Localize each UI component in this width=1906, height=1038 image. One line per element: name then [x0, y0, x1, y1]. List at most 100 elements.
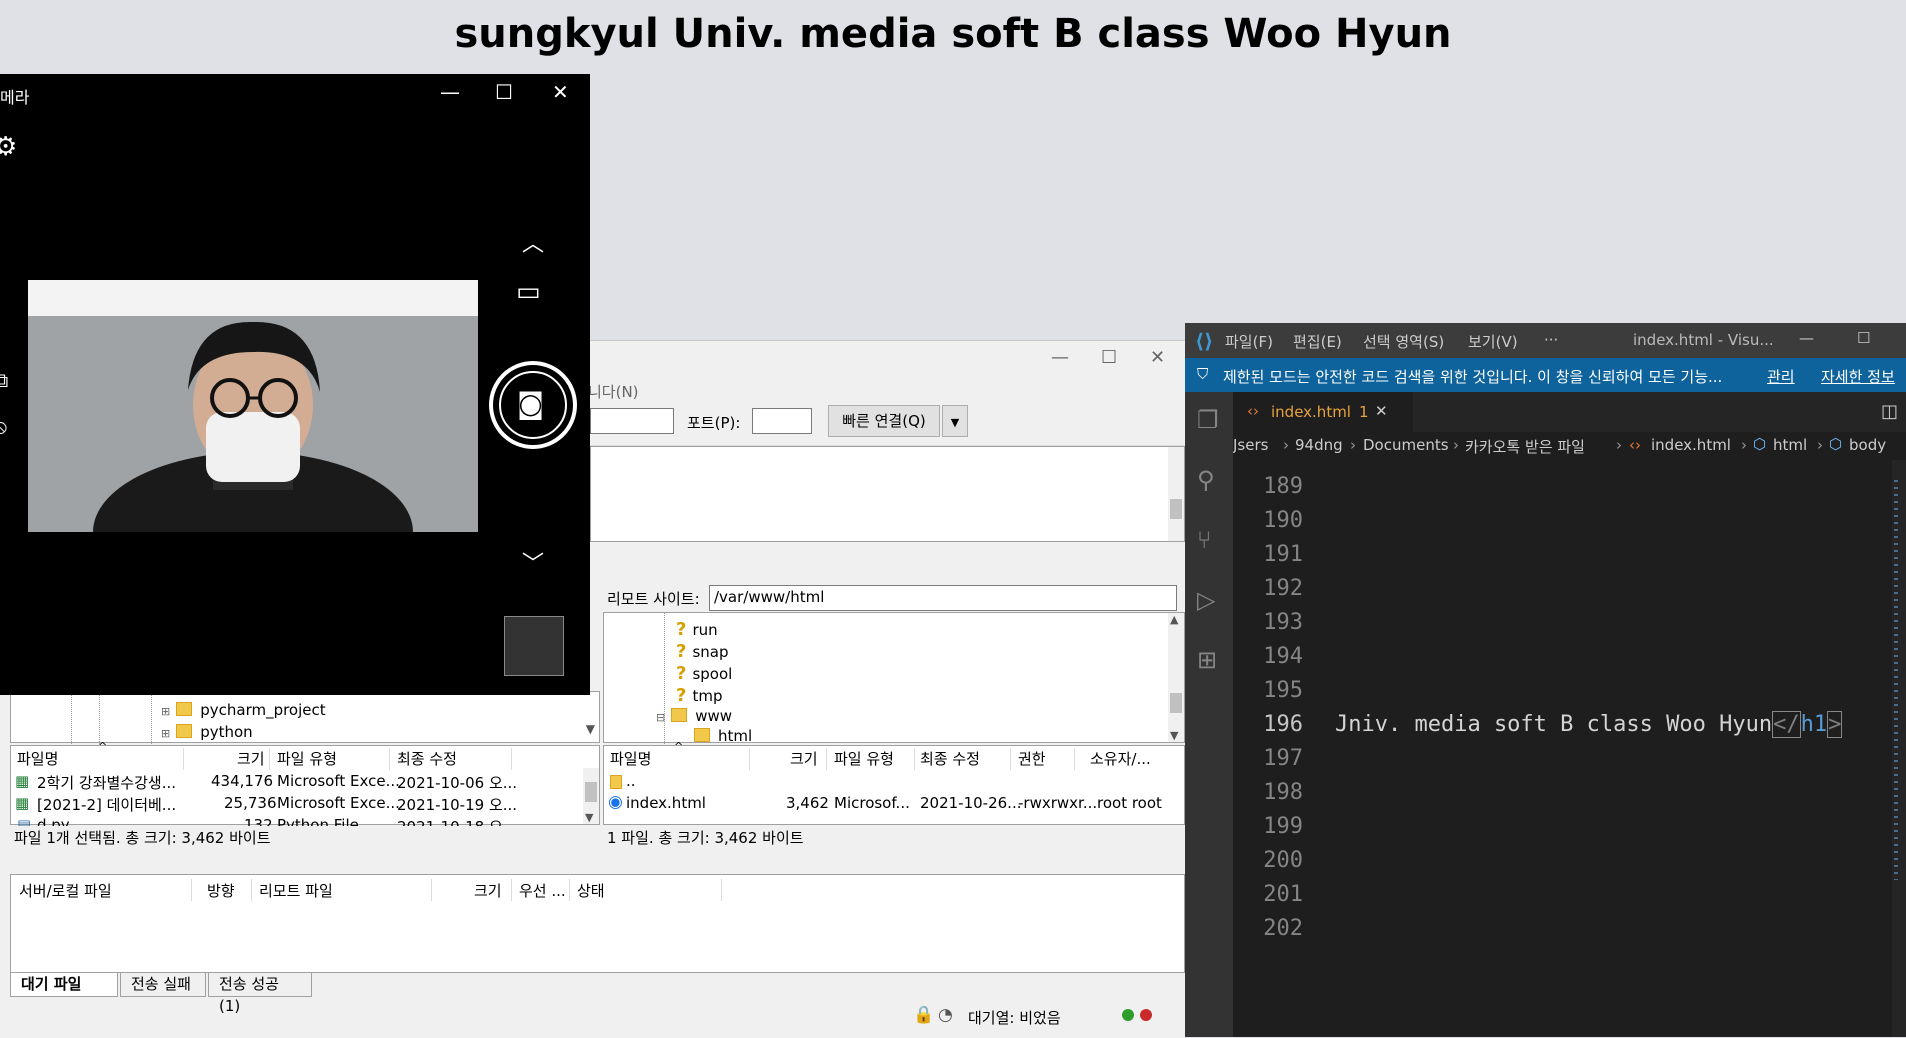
python-file-icon: ▤ — [17, 816, 32, 826]
column-header[interactable]: 최종 수정 — [920, 748, 980, 769]
remote-path-input[interactable]: /var/www/html — [709, 585, 1177, 611]
column-header[interactable]: 서버/로컬 파일 — [19, 880, 112, 901]
menu-item-file[interactable]: 파일(F) — [1225, 331, 1273, 352]
column-header[interactable]: 파일 유형 — [834, 748, 894, 769]
table-row[interactable]: ▤ d.py 132 Python File 2021-10-18 오... — [11, 814, 581, 826]
log-scrollbar[interactable] — [1168, 447, 1184, 541]
minimap-scrollbar[interactable] — [1892, 460, 1906, 1037]
password-input[interactable] — [590, 408, 674, 434]
fz-maximize-button[interactable]: ☐ — [1101, 347, 1117, 368]
run-debug-icon[interactable]: ▷ — [1197, 586, 1215, 614]
column-header[interactable]: 권한 — [1018, 748, 1046, 769]
port-input[interactable] — [752, 408, 812, 434]
chevron-down-icon[interactable]: ▼ — [586, 722, 595, 736]
hdr-icon[interactable]: ⦸ — [0, 414, 7, 438]
extensions-icon[interactable]: ⊞ — [1197, 646, 1217, 674]
column-header[interactable]: 상태 — [577, 880, 605, 901]
vscode-maximize-button[interactable]: ☐ — [1857, 329, 1870, 347]
line-number: 191 — [1263, 542, 1303, 567]
settings-gear-icon[interactable]: ⚙ — [0, 132, 17, 162]
code-editor[interactable]: 189 190 191 192 193 194 195 196 197 198 … — [1233, 460, 1906, 1037]
split-editor-icon[interactable]: ◫ — [1881, 401, 1898, 422]
line-number: 199 — [1263, 814, 1303, 839]
breadcrumb-item[interactable]: index.html — [1651, 436, 1731, 454]
remote-status: 1 파일. 총 크기: 3,462 바이트 — [607, 829, 804, 847]
fz-menu-item[interactable]: 니다(N) — [588, 381, 639, 402]
menu-item-edit[interactable]: 편집(E) — [1293, 331, 1342, 352]
column-header[interactable]: 리모트 파일 — [259, 880, 333, 901]
tab-index-html[interactable]: ‹› index.html 1 ✕ — [1233, 392, 1413, 432]
video-mode-icon[interactable]: ▭ — [516, 277, 541, 307]
column-header[interactable]: 최종 수정 — [397, 748, 457, 769]
table-row[interactable]: ◉ index.html 3,462 Microsof... 2021-10-2… — [604, 792, 1184, 814]
fz-close-button[interactable]: ✕ — [1150, 347, 1165, 368]
chevron-up-icon[interactable]: ︿ — [522, 226, 544, 258]
breadcrumb-item[interactable]: Documents — [1363, 436, 1449, 454]
column-header[interactable]: 방향 — [207, 880, 235, 901]
quick-connect-button[interactable]: 빠른 연결(Q) — [828, 405, 940, 437]
sort-arrow-icon: ^ — [98, 740, 108, 753]
chevron-down-icon[interactable]: ﹀ — [522, 546, 544, 578]
speed-limit-icon[interactable]: ◔ — [938, 1005, 953, 1025]
tree-item[interactable]: ⊞ pycharm_project — [161, 701, 326, 719]
camera-close-button[interactable]: ✕ — [552, 80, 569, 104]
column-header[interactable]: 소유자/... — [1090, 748, 1151, 769]
explorer-icon[interactable]: ❐ — [1197, 406, 1219, 434]
menu-more-button[interactable]: ··· — [1544, 331, 1558, 349]
menu-item-selection[interactable]: 선택 영역(S) — [1363, 331, 1444, 352]
vscode-logo-icon: ⟨⟩ — [1195, 329, 1214, 353]
line-number: 200 — [1263, 848, 1303, 873]
breadcrumb-item[interactable]: html — [1773, 436, 1807, 454]
tab-failed-transfers[interactable]: 전송 실패 — [120, 973, 206, 997]
breadcrumb-item[interactable]: 카카오톡 받은 파일 — [1465, 436, 1585, 457]
tab-queued-files[interactable]: 대기 파일 — [10, 973, 118, 997]
local-list-scrollbar[interactable]: ▼ — [583, 768, 599, 824]
camera-minimize-button[interactable]: — — [440, 80, 460, 104]
column-header[interactable]: 파일 유형 — [277, 748, 337, 769]
quick-connect-dropdown[interactable]: ▼ — [942, 405, 968, 437]
tree-item[interactable]: ? spool — [676, 663, 732, 684]
tree-item[interactable]: ? run — [676, 619, 718, 640]
folder-icon — [176, 724, 193, 738]
remote-tree-scrollbar[interactable]: ▲ ▼ — [1168, 613, 1184, 742]
banner-manage-link[interactable]: 관리 — [1767, 366, 1795, 387]
column-header[interactable]: 크기 — [474, 880, 502, 901]
restricted-mode-banner: ⛉ 제한된 모드는 안전한 코드 검색을 위한 것입니다. 이 창을 신뢰하여 … — [1185, 358, 1906, 392]
column-header[interactable]: 파일명 — [610, 748, 651, 769]
tree-item[interactable]: ? tmp — [676, 685, 722, 706]
line-number: 196 — [1263, 712, 1303, 737]
camera-maximize-button[interactable]: ☐ — [495, 80, 513, 104]
table-row[interactable]: .. — [604, 770, 1184, 792]
column-header[interactable]: 크기 — [237, 748, 265, 769]
code-line-196: Jniv. media soft B class Woo Hyun</h1> — [1335, 711, 1843, 738]
tree-item[interactable]: ⊟ www — [656, 707, 732, 725]
column-header[interactable]: 파일명 — [17, 748, 58, 769]
tree-item[interactable]: html — [694, 727, 752, 745]
vscode-minimize-button[interactable]: — — [1799, 329, 1814, 347]
banner-more-info-link[interactable]: 자세한 정보 — [1821, 366, 1895, 387]
excel-file-icon: ▦ — [15, 794, 30, 812]
table-row[interactable]: ▦ [2021-2] 데이터베... 25,736 Microsoft Exce… — [11, 792, 581, 814]
fz-minimize-button[interactable]: — — [1051, 347, 1069, 368]
close-tab-icon[interactable]: ✕ — [1375, 402, 1388, 420]
column-header[interactable]: 크기 — [790, 748, 818, 769]
excel-file-icon: ▦ — [15, 772, 30, 790]
column-header[interactable]: 우선 ... — [519, 880, 566, 901]
breadcrumb-item[interactable]: Jsers — [1233, 436, 1268, 454]
person-image — [28, 280, 478, 532]
breadcrumb-item[interactable]: 94dng — [1295, 436, 1343, 454]
lock-icon: 🔒 — [913, 1005, 935, 1025]
tree-item[interactable]: ⊞ python — [161, 723, 253, 741]
menu-item-view[interactable]: 보기(V) — [1468, 331, 1518, 352]
photo-timer-icon[interactable]: ⧉ — [0, 368, 8, 392]
tab-successful-transfers[interactable]: 전송 성공 (1) — [208, 973, 312, 1015]
tree-item[interactable]: ? snap — [676, 641, 729, 662]
transfer-queue: 서버/로컬 파일 방향 리모트 파일 크기 우선 ... 상태 — [10, 874, 1185, 973]
table-row[interactable]: ▦ 2학기 강좌별수강생... 434,176 Microsoft Exce..… — [11, 770, 581, 792]
source-control-icon[interactable]: ⑂ — [1197, 526, 1211, 554]
search-icon[interactable]: ⚲ — [1197, 466, 1215, 494]
take-photo-button[interactable]: ◙ — [489, 361, 577, 449]
last-photo-thumbnail[interactable] — [504, 616, 564, 676]
breadcrumb-item[interactable]: body — [1849, 436, 1886, 454]
chevron-down-icon: ▼ — [950, 416, 960, 429]
